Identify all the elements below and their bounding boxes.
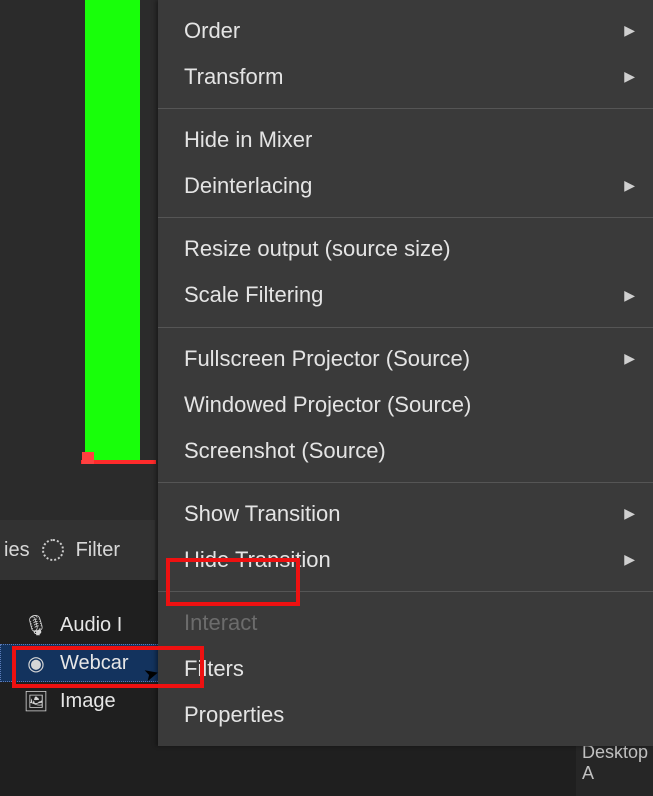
- menu-windowed-projector[interactable]: Windowed Projector (Source): [158, 382, 653, 428]
- chevron-right-icon: ▶: [624, 503, 635, 525]
- mic-icon: 🎙: [22, 613, 50, 638]
- menu-show-transition[interactable]: Show Transition▶: [158, 491, 653, 537]
- selected-source-outline[interactable]: [85, 0, 140, 460]
- chevron-right-icon: ▶: [624, 549, 635, 571]
- menu-properties[interactable]: Properties: [158, 692, 653, 738]
- menu-deinterlacing[interactable]: Deinterlacing▶: [158, 163, 653, 209]
- menu-screenshot-source[interactable]: Screenshot (Source): [158, 428, 653, 474]
- menu-separator: [158, 327, 653, 328]
- resize-handle[interactable]: [82, 452, 94, 464]
- menu-filters[interactable]: Filters: [158, 646, 653, 692]
- menu-separator: [158, 217, 653, 218]
- menu-resize-output[interactable]: Resize output (source size): [158, 226, 653, 272]
- dock-tab-properties-partial[interactable]: ies: [4, 539, 30, 562]
- source-label: Webcar: [60, 652, 129, 675]
- source-label: Audio I: [60, 614, 122, 637]
- menu-transform[interactable]: Transform▶: [158, 54, 653, 100]
- source-context-menu: Order▶ Transform▶ Hide in Mixer Deinterl…: [158, 0, 653, 746]
- audio-channel-label: Desktop A: [582, 742, 653, 784]
- dock-tabs: ies Filter: [0, 520, 155, 580]
- preview-area: [0, 0, 155, 500]
- filter-icon: [42, 539, 64, 561]
- menu-separator: [158, 591, 653, 592]
- menu-interact: Interact: [158, 600, 653, 646]
- menu-hide-in-mixer[interactable]: Hide in Mixer: [158, 117, 653, 163]
- menu-fullscreen-projector[interactable]: Fullscreen Projector (Source)▶: [158, 336, 653, 382]
- chevron-right-icon: ▶: [624, 348, 635, 370]
- chevron-right-icon: ▶: [624, 20, 635, 42]
- chevron-right-icon: ▶: [624, 285, 635, 307]
- menu-scale-filtering[interactable]: Scale Filtering▶: [158, 272, 653, 318]
- menu-separator: [158, 482, 653, 483]
- chevron-right-icon: ▶: [624, 175, 635, 197]
- dock-tab-filter[interactable]: Filter: [76, 539, 120, 562]
- menu-separator: [158, 108, 653, 109]
- chevron-right-icon: ▶: [624, 66, 635, 88]
- image-icon: 🖼: [22, 689, 50, 714]
- menu-hide-transition[interactable]: Hide Transition▶: [158, 537, 653, 583]
- source-label: Image: [60, 690, 116, 713]
- menu-order[interactable]: Order▶: [158, 8, 653, 54]
- camera-icon: ◉: [22, 651, 50, 676]
